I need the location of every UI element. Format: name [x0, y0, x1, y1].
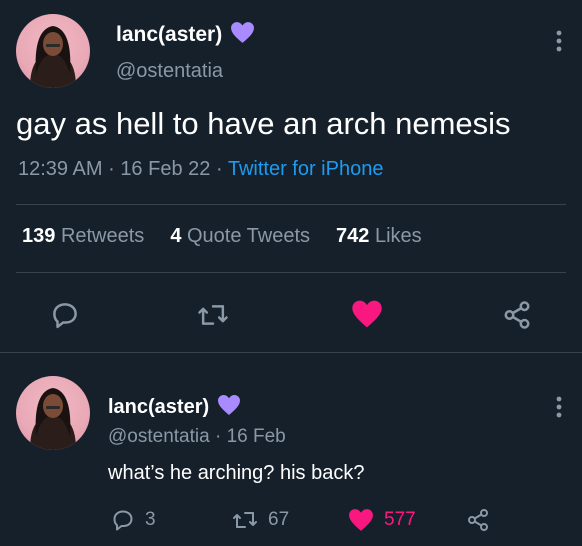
- purple-heart-icon: [230, 21, 255, 49]
- quotes-label: Quote Tweets: [187, 225, 311, 247]
- purple-heart-icon: [217, 394, 241, 421]
- meta-separator: ·: [214, 426, 222, 447]
- tweet-stats: 139 Retweets 4 Quote Tweets 742 Likes: [22, 225, 422, 248]
- retweets-stat[interactable]: 139 Retweets: [22, 225, 144, 248]
- share-icon: [504, 301, 530, 329]
- quotes-count: 4: [170, 225, 182, 247]
- avatar-image: [30, 26, 76, 88]
- likes-count: 742: [336, 225, 370, 247]
- likes-label: Likes: [374, 225, 422, 247]
- divider: [16, 204, 566, 205]
- reply-display-name[interactable]: lanc(aster): [108, 396, 209, 419]
- more-icon[interactable]: [556, 30, 562, 57]
- display-name[interactable]: lanc(aster): [116, 23, 222, 47]
- handle[interactable]: @ostentatia: [116, 60, 223, 83]
- reply-avatar[interactable]: [16, 376, 90, 450]
- retweets-label: Retweets: [60, 225, 145, 247]
- reply-button[interactable]: [50, 300, 80, 330]
- main-avatar[interactable]: [16, 14, 90, 88]
- divider: [0, 352, 582, 353]
- reply-button[interactable]: 3: [111, 508, 156, 532]
- divider: [16, 272, 566, 273]
- reply-text: what’s he arching? his back?: [108, 462, 365, 484]
- meta-separator: ·: [215, 158, 223, 180]
- avatar-image: [30, 388, 76, 450]
- reply-handle[interactable]: @ostentatia: [108, 426, 210, 447]
- likes-stat[interactable]: 742 Likes: [336, 225, 422, 248]
- like-button[interactable]: [351, 299, 383, 329]
- reply-icon: [113, 510, 133, 531]
- retweet-icon: [233, 512, 257, 528]
- quotes-stat[interactable]: 4 Quote Tweets: [170, 225, 310, 248]
- retweet-button[interactable]: 67: [232, 508, 289, 532]
- retweets-count: 139: [22, 225, 56, 247]
- heart-icon: [349, 509, 373, 531]
- reply-icon: [53, 303, 77, 329]
- retweet-count: 67: [268, 509, 290, 530]
- tweet-text: gay as hell to have an arch nemesis: [16, 106, 511, 141]
- reply-date[interactable]: 16 Feb: [227, 426, 286, 447]
- share-button[interactable]: [466, 508, 490, 532]
- main-name-row: lanc(aster): [116, 21, 255, 49]
- like-count: 577: [384, 509, 416, 530]
- share-button[interactable]: [502, 300, 532, 330]
- share-icon: [468, 509, 488, 531]
- meta-separator: ·: [108, 158, 115, 180]
- reply-name-row: lanc(aster): [108, 394, 241, 421]
- more-icon[interactable]: [556, 396, 562, 423]
- tweet-time[interactable]: 12:39 AM: [18, 158, 103, 180]
- like-button[interactable]: 577: [348, 508, 416, 532]
- retweet-button[interactable]: [197, 300, 229, 330]
- heart-icon: [352, 300, 382, 328]
- retweet-icon: [198, 305, 228, 325]
- reply-count: 3: [145, 509, 156, 530]
- tweet-source[interactable]: Twitter for iPhone: [228, 158, 384, 180]
- tweet-meta: 12:39 AM · 16 Feb 22 · Twitter for iPhon…: [18, 158, 383, 181]
- tweet-date[interactable]: 16 Feb 22: [120, 158, 210, 180]
- reply-handle-row: @ostentatia · 16 Feb: [108, 426, 286, 448]
